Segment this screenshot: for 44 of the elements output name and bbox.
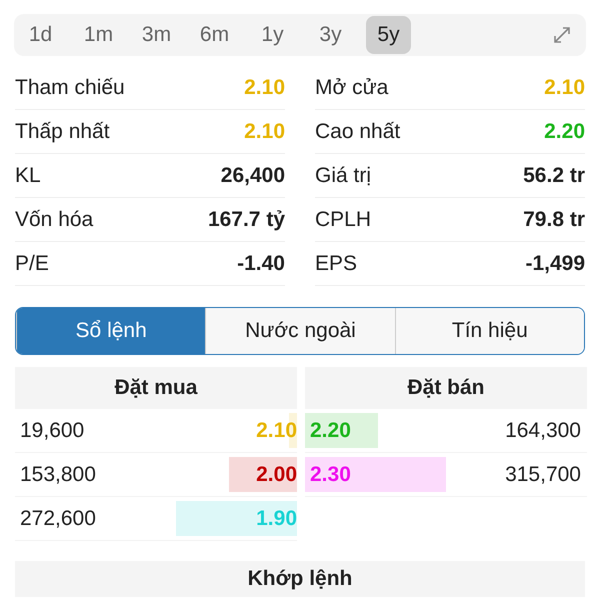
stat-value: 2.10	[544, 76, 585, 100]
stat-value: 2.10	[244, 76, 285, 100]
stat-value: 56.2 tr	[523, 164, 585, 188]
column-header: Đặt bán	[305, 367, 587, 409]
section-tab[interactable]: Nước ngoài	[205, 308, 395, 354]
order-volume: 153,800	[20, 462, 96, 486]
stat-label: KL	[15, 164, 41, 188]
stat-label: Cao nhất	[315, 120, 400, 144]
stat-label: P/E	[15, 252, 49, 276]
stat-value: 79.8 tr	[523, 208, 585, 232]
stat-value: 2.10	[244, 120, 285, 144]
section-tab[interactable]: Tín hiệu	[394, 308, 584, 354]
stat-label: EPS	[315, 252, 358, 276]
period-tab[interactable]: 1m	[76, 16, 121, 54]
order-volume: 315,700	[505, 462, 581, 486]
period-tab[interactable]: 3m	[134, 16, 179, 54]
stat-value: 167.7 tỷ	[208, 208, 285, 232]
period-tab[interactable]: 3y	[308, 16, 353, 54]
order-volume: 164,300	[505, 418, 581, 442]
order-price: 2.30	[310, 462, 351, 486]
section-header: Khớp lệnh	[15, 561, 585, 597]
stat-label: Vốn hóa	[15, 208, 94, 232]
section-tab[interactable]: Sổ lệnh	[16, 308, 206, 354]
order-price: 1.90	[256, 506, 297, 530]
stat-value: -1,499	[525, 252, 585, 276]
stat-label: CPLH	[315, 208, 372, 232]
stat-value: -1.40	[237, 252, 285, 276]
stat-label: Tham chiếu	[15, 76, 125, 100]
period-tab[interactable]: 6m	[192, 16, 237, 54]
stat-value: 2.20	[544, 120, 585, 144]
stat-label: Thấp nhất	[15, 120, 110, 144]
stat-value: 26,400	[220, 164, 285, 188]
expand-icon[interactable]	[552, 25, 572, 45]
order-volume: 19,600	[20, 418, 84, 442]
order-price: 2.00	[256, 462, 297, 486]
column-header: Đặt mua	[15, 367, 297, 409]
period-tab[interactable]: 1y	[250, 16, 295, 54]
stat-label: Giá trị	[315, 164, 372, 188]
stat-label: Mở cửa	[315, 76, 388, 100]
order-volume: 272,600	[20, 506, 96, 530]
order-price: 2.10	[256, 418, 297, 442]
period-tab[interactable]: 5y	[366, 16, 411, 54]
period-tab[interactable]: 1d	[18, 16, 63, 54]
order-price: 2.20	[310, 418, 351, 442]
